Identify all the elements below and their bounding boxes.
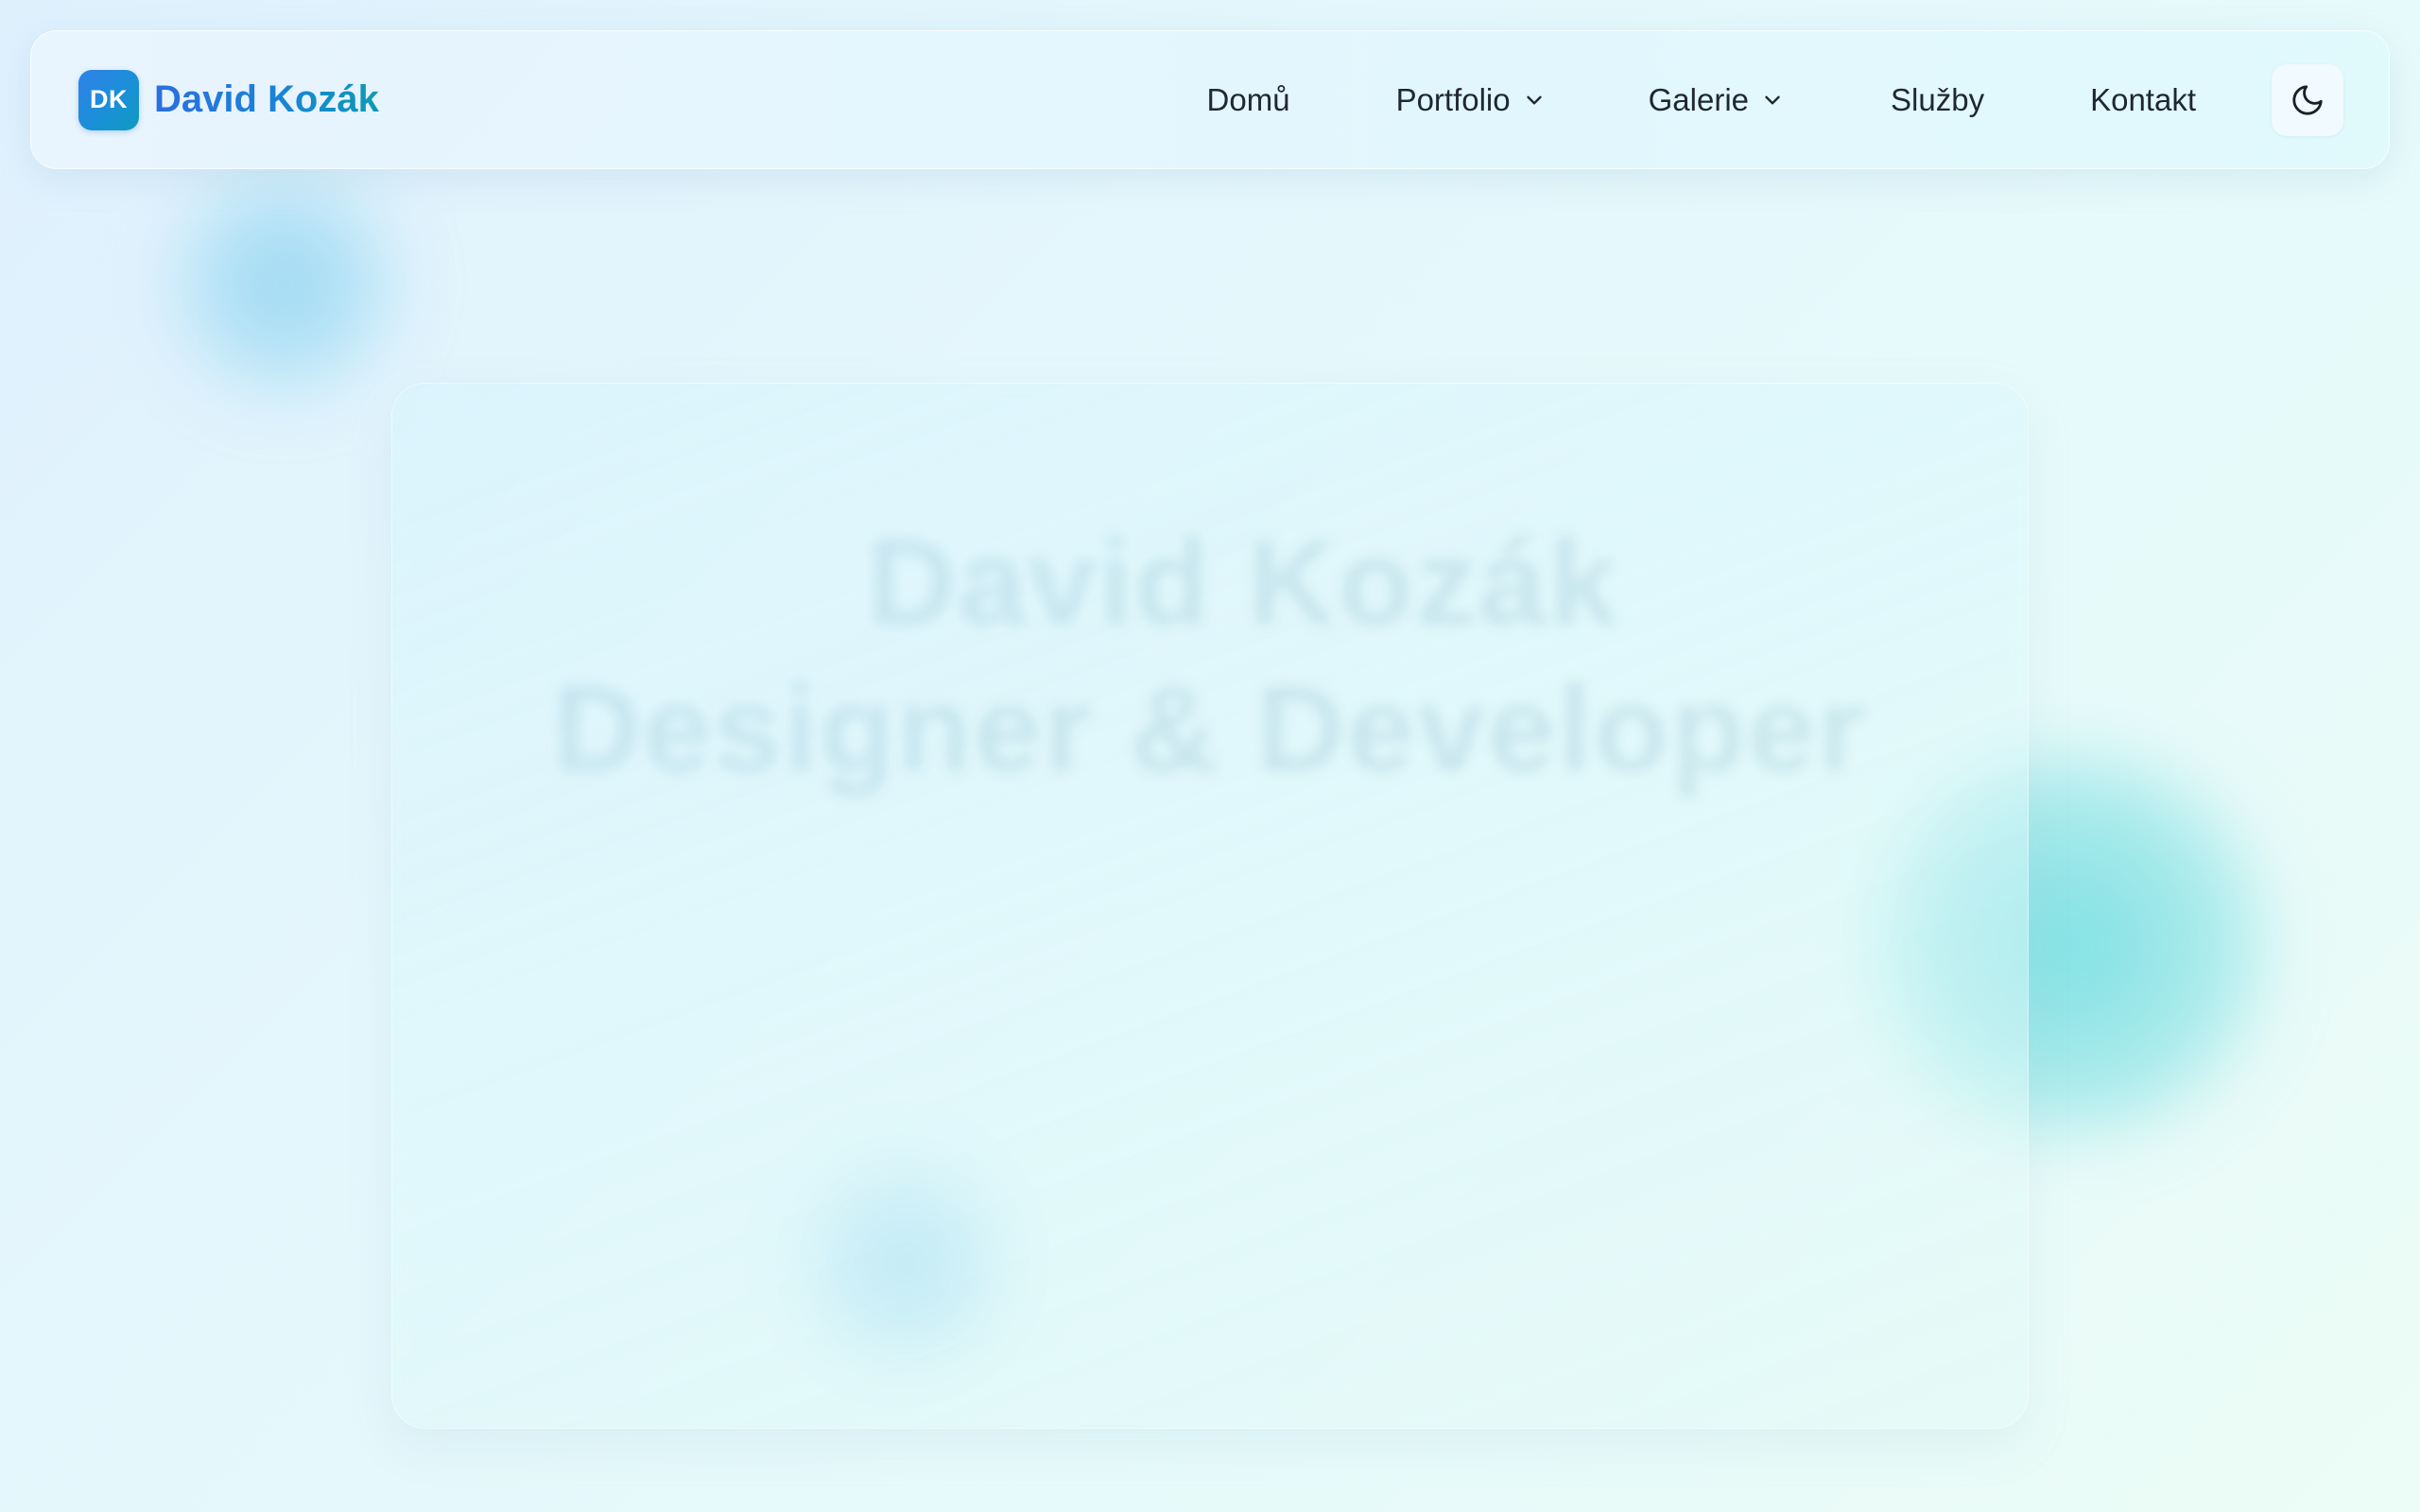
- nav-item-sluzby[interactable]: Služby: [1891, 82, 1984, 118]
- nav-item-label: Galerie: [1648, 81, 1750, 117]
- brand-link[interactable]: DK David Kozák: [78, 69, 379, 130]
- nav-item-portfolio[interactable]: Portfolio: [1396, 82, 1547, 118]
- nav-item-domu[interactable]: Domů: [1207, 82, 1290, 118]
- moon-icon: [2292, 84, 2323, 115]
- hero-subtitle: Designer & Developer: [552, 660, 1868, 798]
- nav-item-label: Domů: [1206, 81, 1290, 117]
- chevron-down-icon: [1526, 95, 1542, 104]
- nav-item-galerie[interactable]: Galerie: [1649, 82, 1785, 118]
- hero-title: David Kozák: [867, 513, 1619, 651]
- nav-item-kontakt[interactable]: Kontakt: [2090, 82, 2196, 118]
- chevron-down-icon: [1765, 95, 1780, 104]
- theme-toggle-button[interactable]: [2272, 63, 2343, 136]
- hero-card: David Kozák Designer & Developer: [391, 383, 2029, 1429]
- main-nav: Domů Portfolio Galerie Služby Kontakt: [1207, 63, 2343, 136]
- decorative-blob: [165, 165, 402, 402]
- brand-logo: DK: [78, 69, 139, 130]
- navbar: DK David Kozák Domů Portfolio Galerie Sl…: [30, 30, 2390, 169]
- brand-name: David Kozák: [154, 78, 379, 120]
- nav-item-label: Portfolio: [1395, 81, 1511, 117]
- nav-item-label: Kontakt: [2090, 81, 2196, 117]
- nav-item-label: Služby: [1891, 81, 1985, 117]
